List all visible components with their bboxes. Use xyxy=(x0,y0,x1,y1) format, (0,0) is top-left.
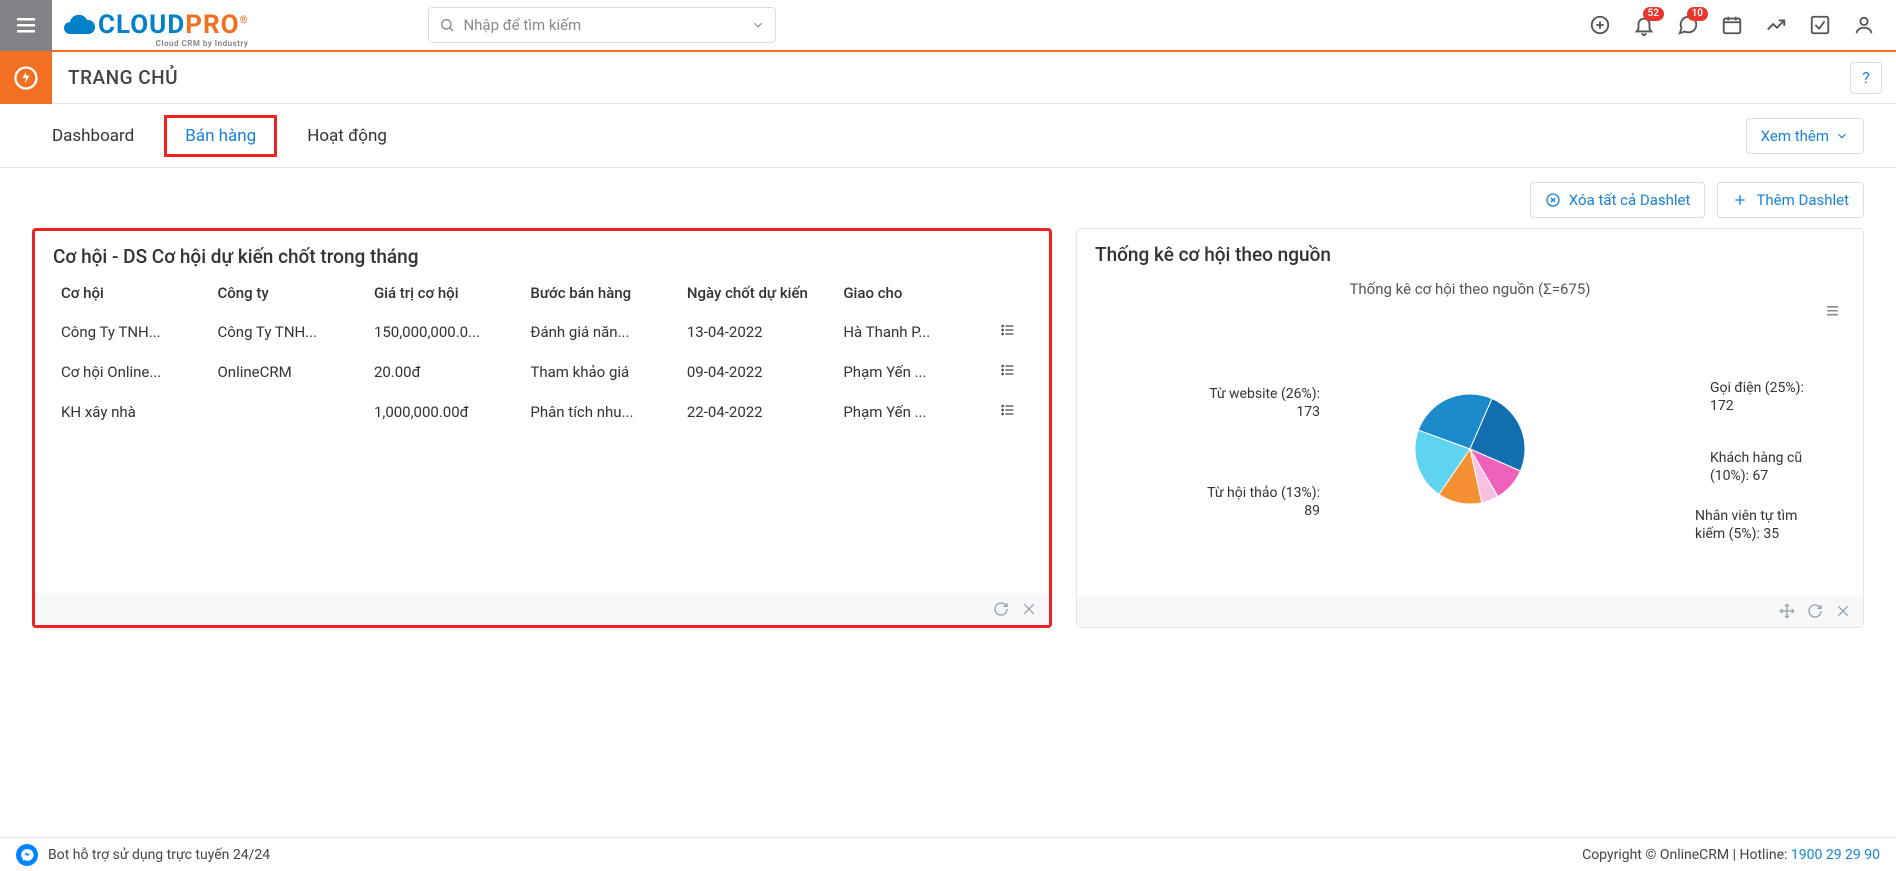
messenger-icon[interactable] xyxy=(16,844,38,866)
table-cell: 13-04-2022 xyxy=(679,312,835,352)
dashlet-opportunities: Cơ hội - DS Cơ hội dự kiến chốt trong th… xyxy=(32,228,1052,628)
brand-logo[interactable]: CLOUDPRO® Cloud CRM by Industry xyxy=(52,0,258,50)
user-icon xyxy=(1853,14,1875,36)
pie-label-old: Khách hàng cũ (10%): 67 xyxy=(1710,449,1830,485)
help-icon: ? xyxy=(1862,68,1870,87)
row-menu-icon[interactable] xyxy=(1000,362,1016,378)
col-close-date: Ngày chốt dự kiến xyxy=(679,278,835,312)
chart-subtitle: Thống kê cơ hội theo nguồn (Σ=675) xyxy=(1095,280,1845,298)
refresh-icon[interactable] xyxy=(1807,603,1823,619)
tab-hoat-dong[interactable]: Hoạt động xyxy=(287,116,407,156)
col-company: Công ty xyxy=(209,278,365,312)
table-cell: 22-04-2022 xyxy=(679,392,835,432)
pie-label-seminar: Từ hội thảo (13%): 89 xyxy=(1200,484,1320,520)
table-cell: Phân tích nhu... xyxy=(522,392,678,432)
notifications-button[interactable]: 52 xyxy=(1624,5,1664,45)
pie-chart xyxy=(1405,384,1535,514)
tasks-button[interactable] xyxy=(1800,5,1840,45)
table-row[interactable]: Công Ty TNH...Công Ty TNH...150,000,000.… xyxy=(53,312,1031,352)
table-cell: Hà Thanh P... xyxy=(835,312,991,352)
col-value: Giá trị cơ hội xyxy=(366,278,522,312)
add-button[interactable] xyxy=(1580,5,1620,45)
table-cell: 1,000,000.00đ xyxy=(366,392,522,432)
page-title: TRANG CHỦ xyxy=(68,66,178,89)
plus-icon xyxy=(1732,192,1748,208)
table-cell: Công Ty TNH... xyxy=(53,312,209,352)
search-icon xyxy=(439,17,455,33)
hamburger-menu[interactable] xyxy=(0,0,52,51)
calendar-icon xyxy=(1721,14,1743,36)
clear-dashlets-label: Xóa tất cả Dashlet xyxy=(1569,191,1691,209)
move-icon[interactable] xyxy=(1779,603,1795,619)
table-row[interactable]: KH xây nhà 1,000,000.00đPhân tích nhu...2… xyxy=(53,392,1031,432)
analytics-button[interactable] xyxy=(1756,5,1796,45)
dashlet-pie-chart: Thống kê cơ hội theo nguồn Thống kê cơ h… xyxy=(1076,228,1864,628)
table-cell: 150,000,000.0... xyxy=(366,312,522,352)
table-cell xyxy=(209,392,365,432)
close-icon[interactable] xyxy=(1835,603,1851,619)
col-stage: Bước bán hàng xyxy=(522,278,678,312)
table-cell: Tham khảo giá xyxy=(522,352,678,392)
calendar-button[interactable] xyxy=(1712,5,1752,45)
footer-hotline[interactable]: 1900 29 29 90 xyxy=(1791,847,1880,863)
table-row[interactable]: Cơ hội Online...OnlineCRM20.00đTham khảo… xyxy=(53,352,1031,392)
pie-label-call: Gọi điện (25%): 172 xyxy=(1710,379,1830,415)
table-cell: 20.00đ xyxy=(366,352,522,392)
add-dashlet-label: Thêm Dashlet xyxy=(1756,191,1849,209)
tab-dashboard[interactable]: Dashboard xyxy=(32,116,154,156)
col-assignee: Giao cho xyxy=(835,278,991,312)
footer-copyright: Copyright © OnlineCRM xyxy=(1582,847,1729,863)
table-cell: Công Ty TNH... xyxy=(209,312,365,352)
help-button[interactable]: ? xyxy=(1850,62,1882,94)
table-cell: Cơ hội Online... xyxy=(53,352,209,392)
logo-text-pro: PRO xyxy=(185,10,239,40)
opportunities-table: Cơ hội Công ty Giá trị cơ hội Bước bán h… xyxy=(53,278,1031,432)
footer-hotline-label: Hotline: xyxy=(1740,847,1788,863)
tab-ban-hang[interactable]: Bán hàng xyxy=(164,115,277,157)
logo-text-main: CLOUD xyxy=(98,10,185,40)
table-cell: 09-04-2022 xyxy=(679,352,835,392)
footer-bot-text: Bot hỗ trợ sử dụng trực tuyến 24/24 xyxy=(48,847,270,863)
view-more-button[interactable]: Xem thêm xyxy=(1746,118,1864,154)
col-opportunity: Cơ hội xyxy=(53,278,209,312)
dashlet-chart-title: Thống kê cơ hội theo nguồn xyxy=(1077,229,1863,276)
logo-subtitle: Cloud CRM by Industry xyxy=(98,39,248,48)
row-menu-icon[interactable] xyxy=(1000,322,1016,338)
table-cell: KH xây nhà xyxy=(53,392,209,432)
search-placeholder: Nhập để tìm kiếm xyxy=(463,16,751,34)
table-cell: OnlineCRM xyxy=(209,352,365,392)
clear-dashlets-button[interactable]: Xóa tất cả Dashlet xyxy=(1530,182,1706,218)
check-icon xyxy=(1809,14,1831,36)
refresh-icon[interactable] xyxy=(993,601,1009,617)
chart-menu-button[interactable]: ≡ xyxy=(1826,298,1839,324)
chevron-down-icon xyxy=(1835,129,1849,143)
profile-button[interactable] xyxy=(1844,5,1884,45)
close-icon[interactable] xyxy=(1021,601,1037,617)
close-circle-icon xyxy=(1545,192,1561,208)
chevron-down-icon xyxy=(751,18,765,32)
messages-button[interactable]: 10 xyxy=(1668,5,1708,45)
analytics-icon xyxy=(1765,14,1787,36)
add-dashlet-button[interactable]: Thêm Dashlet xyxy=(1717,182,1864,218)
pie-label-staff: Nhân viên tự tìm kiếm (5%): 35 xyxy=(1695,507,1815,543)
footer-right: Copyright © OnlineCRM | Hotline: 1900 29… xyxy=(1582,847,1880,863)
module-icon xyxy=(0,52,52,104)
dashlet-opportunities-title: Cơ hội - DS Cơ hội dự kiến chốt trong th… xyxy=(35,231,1049,278)
row-menu-icon[interactable] xyxy=(1000,402,1016,418)
table-cell: Phạm Yến ... xyxy=(835,352,991,392)
logo-reg: ® xyxy=(240,15,249,26)
pie-label-website: Từ website (26%): 173 xyxy=(1200,385,1320,421)
view-more-label: Xem thêm xyxy=(1761,127,1829,145)
table-cell: Phạm Yến ... xyxy=(835,392,991,432)
messages-badge: 10 xyxy=(1687,7,1708,21)
global-search[interactable]: Nhập để tìm kiếm xyxy=(428,7,776,43)
table-cell: Đánh giá năn... xyxy=(522,312,678,352)
notifications-badge: 52 xyxy=(1643,7,1664,21)
